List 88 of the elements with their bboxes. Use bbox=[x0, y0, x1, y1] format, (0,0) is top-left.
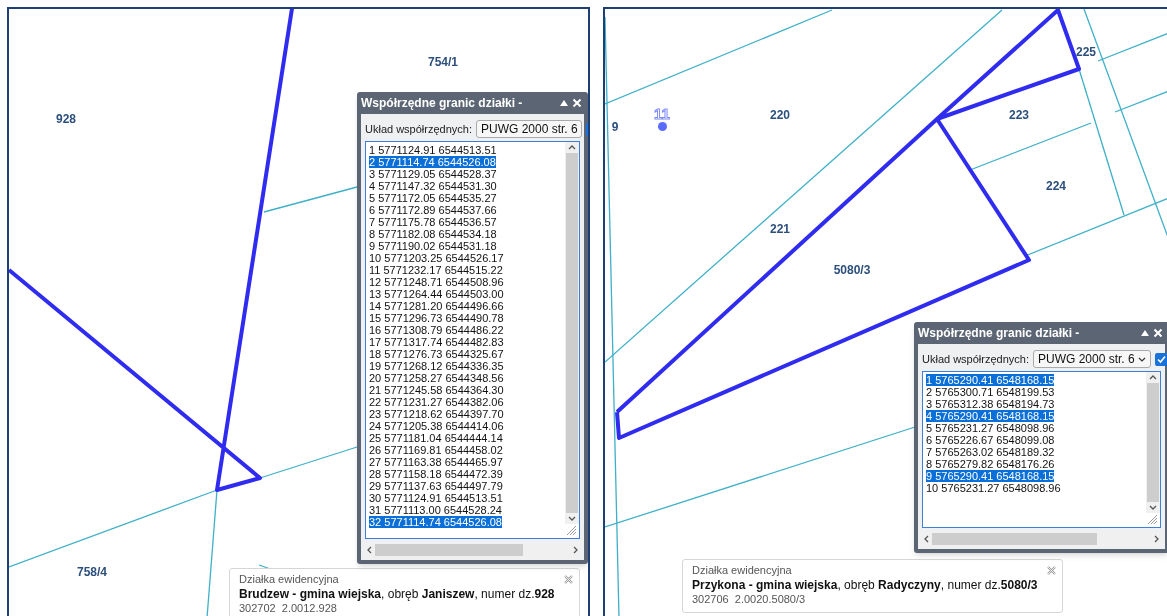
coordinate-system-label: Układ współrzędnych: bbox=[922, 351, 1029, 367]
coordinate-row[interactable]: 27 5771163.38 6544465.97 bbox=[369, 456, 503, 468]
vertical-scrollbar[interactable] bbox=[565, 142, 579, 524]
coordinate-row[interactable]: 28 5771158.18 6544472.39 bbox=[369, 468, 503, 480]
coordinate-row[interactable]: 10 5765231.27 6548098.96 bbox=[926, 482, 1061, 494]
scrollbar-thumb[interactable] bbox=[375, 544, 523, 556]
coordinate-row[interactable]: 31 5771113.00 6544528.24 bbox=[369, 504, 502, 516]
parcel-number: 754/1 bbox=[428, 54, 458, 71]
coordinate-row[interactable]: 7 5771175.78 6544536.57 bbox=[369, 216, 497, 228]
chevron-down-icon[interactable] bbox=[1149, 505, 1157, 510]
parcel-number: 928 bbox=[56, 111, 76, 128]
coordinate-row[interactable]: 9 5765290.41 6548168.15 bbox=[926, 470, 1055, 482]
coordinate-system-label: Układ współrzędnych: bbox=[365, 121, 472, 137]
coordinate-row[interactable]: 24 5771205.38 6544414.06 bbox=[369, 420, 504, 432]
coordinate-row[interactable]: 20 5771258.27 6544348.56 bbox=[369, 372, 504, 384]
chevron-right-icon[interactable] bbox=[573, 546, 578, 554]
coordinate-row[interactable]: 5 5771172.05 6544535.27 bbox=[369, 192, 497, 204]
coordinate-row[interactable]: 25 5771181.04 6544444.14 bbox=[369, 432, 503, 444]
coordinate-row[interactable]: 32 5771114.74 6544526.08 bbox=[369, 516, 502, 528]
coordinate-row[interactable]: 13 5771264.44 6544503.00 bbox=[369, 288, 504, 300]
point-number: 11 bbox=[654, 106, 670, 121]
dialog-title: Współrzędne granic działki - bbox=[918, 325, 1081, 342]
parcel-description: Brudzew - gmina wiejska, obręb Janiszew, numer dz.928 bbox=[239, 586, 555, 602]
scrollbar-thumb[interactable] bbox=[566, 153, 578, 513]
resize-grip-icon[interactable] bbox=[567, 526, 577, 536]
coordinate-system-select[interactable]: PUWG 2000 str. 6 bbox=[1033, 350, 1151, 368]
chevron-left-icon[interactable] bbox=[367, 546, 372, 554]
coordinate-row[interactable]: 12 5771248.71 6544508.96 bbox=[369, 276, 504, 288]
coordinate-row[interactable]: 29 5771137.63 6544497.79 bbox=[369, 480, 503, 492]
collapse-icon[interactable] bbox=[559, 99, 569, 107]
vertical-scrollbar[interactable] bbox=[1146, 372, 1160, 513]
coordinate-row[interactable]: 22 5771231.27 6544382.06 bbox=[369, 396, 504, 408]
scrollbar-thumb[interactable] bbox=[1147, 383, 1159, 502]
coordinate-row[interactable]: 4 5765290.41 6548168.15 bbox=[926, 410, 1055, 422]
coordinate-row[interactable]: 1 5765290.41 6548168.15 bbox=[926, 374, 1055, 386]
coordinate-row[interactable]: 6 5765226.67 6548099.08 bbox=[926, 434, 1055, 446]
parcel-description: Przykona - gmina wiejska, obręb Radyczyny, numer dz.5080/3 bbox=[692, 577, 1038, 593]
coordinate-row[interactable]: 23 5771218.62 6544397.70 bbox=[369, 408, 504, 420]
coordinate-row[interactable]: 19 5771268.12 6544336.35 bbox=[369, 360, 504, 372]
point-marker-icon bbox=[658, 122, 667, 131]
parcel-code: 302702 2.0012.928 bbox=[239, 602, 337, 615]
parcel-number: 225 bbox=[1076, 44, 1096, 61]
coordinate-row[interactable]: 9 5771190.02 6544531.18 bbox=[369, 240, 497, 252]
coordinate-row[interactable]: 5 5765231.27 6548098.96 bbox=[926, 422, 1055, 434]
coordinate-row[interactable]: 1 5771124.91 6544513.51 bbox=[369, 144, 497, 156]
coordinate-row[interactable]: 11 5771232.17 6544515.22 bbox=[369, 264, 503, 276]
scrollbar-thumb[interactable] bbox=[932, 533, 1097, 545]
coordinate-row[interactable]: 18 5771276.73 6544325.67 bbox=[369, 348, 504, 360]
chevron-up-icon[interactable] bbox=[1149, 375, 1157, 380]
coordinate-row[interactable]: 2 5765300.71 6548199.53 bbox=[926, 386, 1055, 398]
parcel-number: 9 bbox=[611, 119, 619, 136]
card-heading: Działka ewidencyjna bbox=[239, 573, 339, 586]
parcel-number: 758/4 bbox=[77, 564, 107, 581]
coordinate-row[interactable]: 8 5771182.08 6544534.18 bbox=[369, 228, 497, 240]
chevron-left-icon[interactable] bbox=[924, 535, 929, 543]
coordinate-row[interactable]: 7 5765263.02 6548189.32 bbox=[926, 446, 1055, 458]
coordinate-row[interactable]: 17 5771317.74 6544482.83 bbox=[369, 336, 504, 348]
coordinate-row[interactable]: 21 5771245.58 6544364.30 bbox=[369, 384, 504, 396]
parcel-number: 220 bbox=[770, 107, 790, 124]
coordinate-row[interactable]: 2 5771114.74 6544526.08 bbox=[369, 156, 496, 168]
coordinate-row[interactable]: 4 5771147.32 6544531.30 bbox=[369, 180, 497, 192]
resize-grip-icon[interactable] bbox=[1148, 515, 1158, 525]
parcel-code: 302706 2.0020.5080/3 bbox=[692, 593, 806, 606]
chevron-right-icon[interactable] bbox=[1154, 535, 1159, 543]
coordinate-row[interactable]: 3 5765312.38 6548194.73 bbox=[926, 398, 1055, 410]
parcel-number: 224 bbox=[1046, 178, 1066, 195]
coordinate-row[interactable]: 6 5771172.89 6544537.66 bbox=[369, 204, 497, 216]
close-icon[interactable] bbox=[1045, 565, 1057, 576]
card-heading: Działka ewidencyjna bbox=[692, 564, 792, 577]
coordinate-row[interactable]: 10 5771203.25 6544526.17 bbox=[369, 252, 504, 264]
coordinate-row[interactable]: 8 5765279.82 6548176.26 bbox=[926, 458, 1055, 470]
coordinate-system-select[interactable]: PUWG 2000 str. 6 bbox=[476, 120, 582, 138]
checkbox[interactable] bbox=[1155, 352, 1167, 366]
caret-icon bbox=[1138, 356, 1146, 362]
coordinate-row[interactable]: 30 5771124.91 6544513.51 bbox=[369, 492, 503, 504]
coordinate-row[interactable]: 16 5771308.79 6544486.22 bbox=[369, 324, 504, 336]
collapse-icon[interactable] bbox=[1140, 329, 1150, 337]
close-icon[interactable] bbox=[562, 574, 574, 585]
coordinate-row[interactable]: 3 5771129.05 6544528.37 bbox=[369, 168, 497, 180]
chevron-down-icon[interactable] bbox=[568, 516, 576, 521]
dialog-title: Współrzędne granic działki - bbox=[361, 95, 524, 112]
coordinate-row[interactable]: 14 5771281.20 6544496.66 bbox=[369, 300, 504, 312]
coordinate-row[interactable]: 26 5771169.81 6544458.02 bbox=[369, 444, 503, 456]
parcel-number: 221 bbox=[770, 221, 790, 238]
coordinate-row[interactable]: 15 5771296.73 6544490.78 bbox=[369, 312, 504, 324]
chevron-up-icon[interactable] bbox=[568, 145, 576, 150]
parcel-number: 223 bbox=[1009, 107, 1029, 124]
parcel-number: 5080/3 bbox=[833, 262, 871, 279]
